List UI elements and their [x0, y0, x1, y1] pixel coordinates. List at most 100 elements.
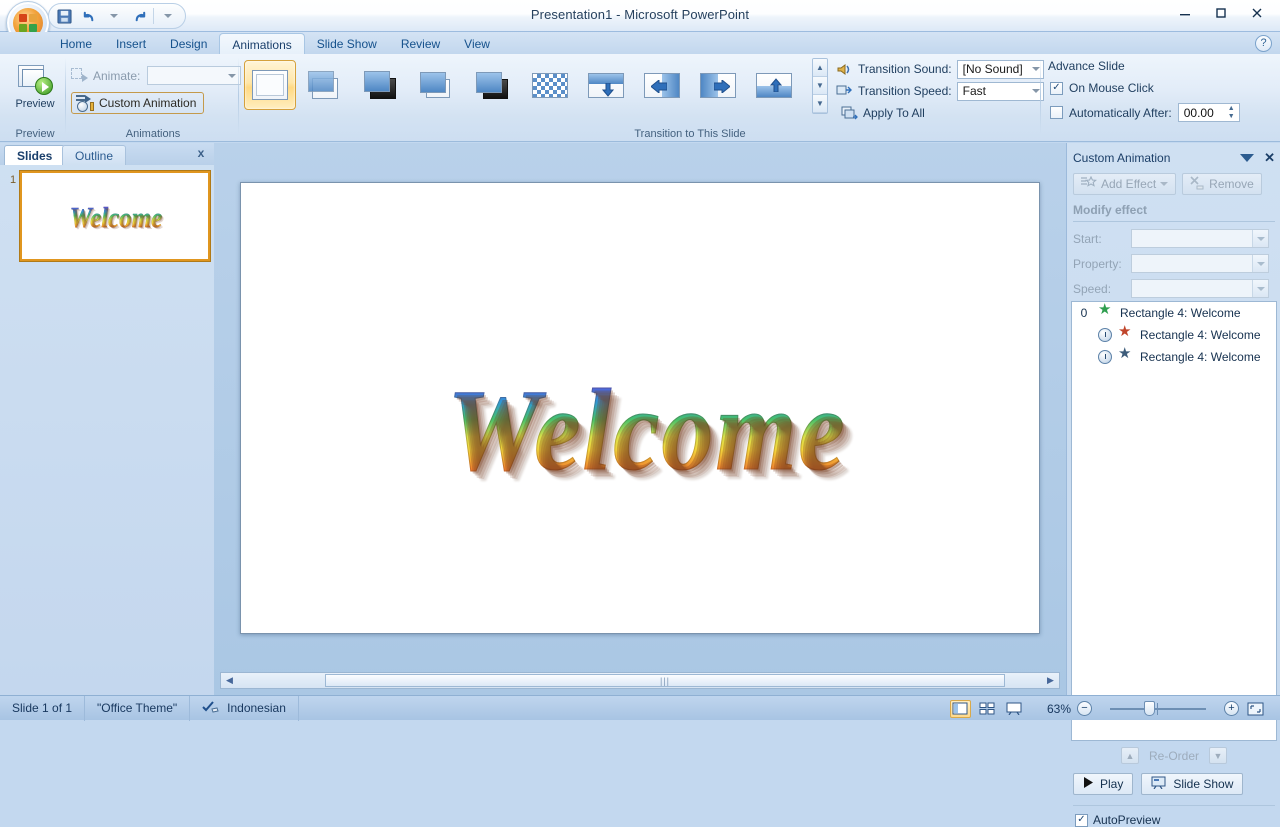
transition-speed-dropdown[interactable]: Fast	[956, 81, 1044, 101]
ribbon-tabs: Home Insert Design Animations Slide Show…	[48, 32, 502, 55]
transition-wipe-left[interactable]	[636, 60, 688, 110]
horizontal-scrollbar[interactable]: ◀ ||| ▶	[220, 672, 1060, 689]
help-button[interactable]: ?	[1255, 35, 1272, 52]
add-effect-label: Add Effect	[1101, 177, 1157, 191]
add-effect-button[interactable]: Add Effect	[1073, 173, 1177, 195]
group-label-preview: Preview	[15, 128, 55, 140]
tab-design[interactable]: Design	[158, 33, 219, 54]
transition-cut[interactable]	[300, 60, 352, 110]
on-mouse-click-label: On Mouse Click	[1069, 81, 1154, 95]
tab-review[interactable]: Review	[389, 33, 452, 54]
slide-canvas[interactable]: Welcome	[240, 182, 1040, 634]
chevron-down-icon	[1160, 182, 1169, 186]
list-item[interactable]: 0 Rectangle 4: Welcome	[1072, 302, 1276, 324]
zoom-slider-thumb[interactable]	[1144, 701, 1155, 716]
zoom-slider[interactable]	[1098, 700, 1218, 718]
autopreview-row[interactable]: ✓ AutoPreview	[1075, 813, 1160, 827]
ribbon-tab-strip: Home Insert Design Animations Slide Show…	[0, 32, 1280, 55]
pane-menu-chevron-down-icon[interactable]	[1240, 154, 1255, 162]
list-item[interactable]: Rectangle 4: Welcome	[1072, 346, 1276, 368]
gallery-scroll-buttons: ▲ ▼ ▼	[812, 58, 828, 114]
zoom-out-button[interactable]: −	[1077, 701, 1092, 716]
tab-slides[interactable]: Slides	[4, 145, 66, 165]
transition-blinds-down[interactable]	[580, 60, 632, 110]
gallery-more-button[interactable]: ▼	[813, 95, 827, 113]
custom-animation-icon	[76, 94, 94, 112]
group-label-transition: Transition to This Slide	[634, 128, 746, 140]
preview-button[interactable]: Preview	[8, 58, 62, 126]
slide-number-label: 1	[9, 174, 17, 186]
gallery-scroll-down-button[interactable]: ▼	[813, 77, 827, 95]
fit-to-window-button[interactable]	[1245, 700, 1266, 718]
transition-sound-dropdown[interactable]: [No Sound]	[956, 59, 1044, 79]
on-mouse-click-checkbox[interactable]: ✓	[1050, 81, 1063, 95]
move-up-button[interactable]: ▲	[1120, 747, 1139, 764]
autopreview-checkbox[interactable]: ✓	[1075, 813, 1088, 827]
property-label: Property:	[1073, 256, 1122, 271]
start-label: Start:	[1073, 231, 1102, 246]
transition-checkerboard[interactable]	[524, 60, 576, 110]
transition-options: Transition Sound: [No Sound] Transition …	[836, 58, 1044, 124]
slide-thumbnail[interactable]: Welcome	[20, 171, 210, 261]
animation-effect-list[interactable]: 0 Rectangle 4: Welcome Rectangle 4: Welc…	[1071, 301, 1277, 741]
tab-slide-show[interactable]: Slide Show	[305, 33, 389, 54]
ribbon-group-advance-slide: Advance Slide ✓ On Mouse Click Automatic…	[1042, 54, 1278, 142]
custom-animation-label: Custom Animation	[99, 96, 197, 110]
slide-show-view-button[interactable]	[1004, 700, 1025, 718]
autopreview-divider	[1073, 805, 1275, 806]
slide-show-button[interactable]: Slide Show	[1141, 773, 1244, 795]
transition-no-transition[interactable]	[244, 60, 296, 110]
transition-wipe-up[interactable]	[748, 60, 800, 110]
speed-dropdown[interactable]	[1131, 279, 1269, 298]
automatically-after-row[interactable]: Automatically After: 00.00 ▲ ▼	[1050, 103, 1240, 122]
custom-animation-close-button[interactable]: ✕	[1264, 150, 1275, 166]
tab-insert[interactable]: Insert	[104, 33, 158, 54]
slide-sorter-button[interactable]	[977, 700, 998, 718]
slide-thumbnail-item[interactable]: 1 Welcome	[6, 171, 212, 263]
automatically-after-checkbox[interactable]	[1050, 106, 1063, 119]
tab-home[interactable]: Home	[48, 33, 104, 54]
red-star-icon	[1118, 324, 1134, 343]
green-star-icon	[1098, 302, 1114, 321]
on-mouse-click-row[interactable]: ✓ On Mouse Click	[1050, 81, 1154, 95]
apply-to-all-button[interactable]: Apply To All	[836, 103, 930, 123]
slide-editing-area: Welcome ◀ ||| ▶	[214, 143, 1066, 695]
zoom-in-button[interactable]: +	[1224, 701, 1239, 716]
transition-wipe-right[interactable]	[692, 60, 744, 110]
move-down-button[interactable]: ▼	[1209, 747, 1227, 764]
horizontal-scroll-thumb[interactable]: |||	[325, 674, 1005, 687]
tab-view[interactable]: View	[452, 33, 502, 54]
scroll-right-arrow-icon[interactable]: ▶	[1042, 673, 1059, 688]
preview-button-label: Preview	[15, 98, 55, 110]
animate-dropdown[interactable]	[147, 66, 242, 85]
transition-fade-through-black[interactable]	[468, 60, 520, 110]
tab-animations[interactable]: Animations	[219, 33, 305, 55]
transition-cut-through-black[interactable]	[356, 60, 408, 110]
status-view-controls: 63% − +	[949, 696, 1276, 721]
tab-outline[interactable]: Outline	[62, 145, 127, 165]
remove-effect-button[interactable]: Remove	[1182, 173, 1262, 195]
status-language[interactable]: Indonesian	[190, 695, 299, 721]
maximize-button[interactable]	[1204, 2, 1238, 24]
start-dropdown[interactable]	[1131, 229, 1269, 248]
zoom-level-label[interactable]: 63%	[1047, 702, 1071, 716]
play-button[interactable]: Play	[1073, 773, 1134, 795]
apply-to-all-label: Apply To All	[863, 106, 925, 120]
slides-pane-close-button[interactable]: x	[194, 146, 208, 160]
minimize-button[interactable]	[1168, 2, 1202, 24]
transition-sound-value: [No Sound]	[962, 62, 1023, 76]
status-theme[interactable]: "Office Theme"	[85, 695, 191, 721]
property-dropdown[interactable]	[1131, 254, 1269, 273]
effect-label: Rectangle 4: Welcome	[1140, 328, 1261, 342]
wordart-shape[interactable]: Welcome	[267, 371, 1027, 489]
custom-animation-button[interactable]: Custom Animation	[71, 92, 205, 114]
scroll-left-arrow-icon[interactable]: ◀	[221, 673, 238, 688]
automatically-after-spinner[interactable]: 00.00 ▲ ▼	[1177, 103, 1240, 122]
gallery-scroll-up-button[interactable]: ▲	[813, 59, 827, 77]
close-button[interactable]	[1240, 2, 1274, 24]
normal-view-button[interactable]	[949, 699, 971, 718]
spinner-arrows[interactable]: ▲ ▼	[1226, 105, 1237, 120]
list-item[interactable]: Rectangle 4: Welcome	[1072, 324, 1276, 346]
status-slide-count: Slide 1 of 1	[0, 695, 86, 721]
transition-fade-smoothly[interactable]	[412, 60, 464, 110]
